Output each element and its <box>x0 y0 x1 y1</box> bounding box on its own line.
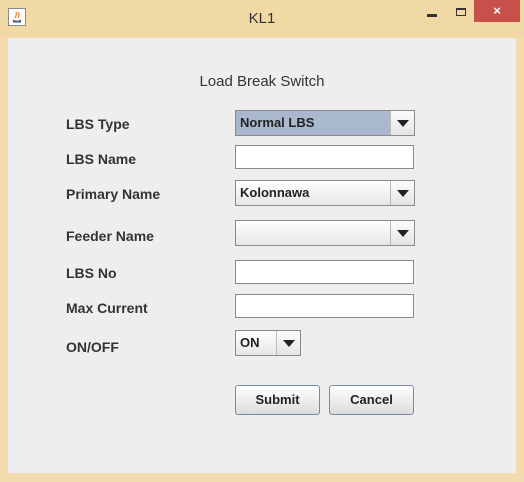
maximize-button[interactable] <box>448 2 476 24</box>
lbs-name-label: LBS Name <box>66 151 137 167</box>
lbs-no-field[interactable] <box>235 260 414 284</box>
close-button[interactable]: × <box>474 0 520 22</box>
primary-name-value: Kolonnawa <box>240 185 310 200</box>
on-off-label: ON/OFF <box>66 339 119 355</box>
form-panel: Load Break Switch LBS Type Normal LBS LB… <box>8 38 516 473</box>
max-current-label: Max Current <box>66 300 148 316</box>
lbs-type-dropdown-button[interactable] <box>390 111 414 135</box>
lbs-type-value: Normal LBS <box>240 115 315 130</box>
lbs-type-label: LBS Type <box>66 116 130 132</box>
minimize-button[interactable] <box>418 2 446 24</box>
primary-name-label: Primary Name <box>66 186 161 202</box>
lbs-type-combo[interactable]: Normal LBS <box>235 110 415 136</box>
app-window: KL1 × Load Break Switch LBS Type Normal … <box>0 0 524 482</box>
chevron-down-icon <box>397 190 409 197</box>
minimize-icon <box>427 14 437 17</box>
primary-name-dropdown-button[interactable] <box>390 181 414 205</box>
title-bar[interactable]: KL1 × <box>0 0 524 38</box>
form-heading: Load Break Switch <box>199 73 325 90</box>
on-off-value: ON <box>240 335 260 350</box>
maximize-icon <box>456 8 466 16</box>
feeder-name-label: Feeder Name <box>66 228 154 244</box>
close-icon: × <box>493 3 501 18</box>
cancel-button[interactable]: Cancel <box>329 385 414 415</box>
on-off-combo[interactable]: ON <box>235 330 301 356</box>
feeder-name-dropdown-button[interactable] <box>390 221 414 245</box>
chevron-down-icon <box>283 340 295 347</box>
lbs-no-label: LBS No <box>66 265 117 281</box>
feeder-name-combo[interactable] <box>235 220 415 246</box>
primary-name-combo[interactable]: Kolonnawa <box>235 180 415 206</box>
max-current-field[interactable] <box>235 294 414 318</box>
on-off-dropdown-button[interactable] <box>276 331 300 355</box>
submit-button[interactable]: Submit <box>235 385 320 415</box>
chevron-down-icon <box>397 120 409 127</box>
chevron-down-icon <box>397 230 409 237</box>
lbs-name-field[interactable] <box>235 145 414 169</box>
